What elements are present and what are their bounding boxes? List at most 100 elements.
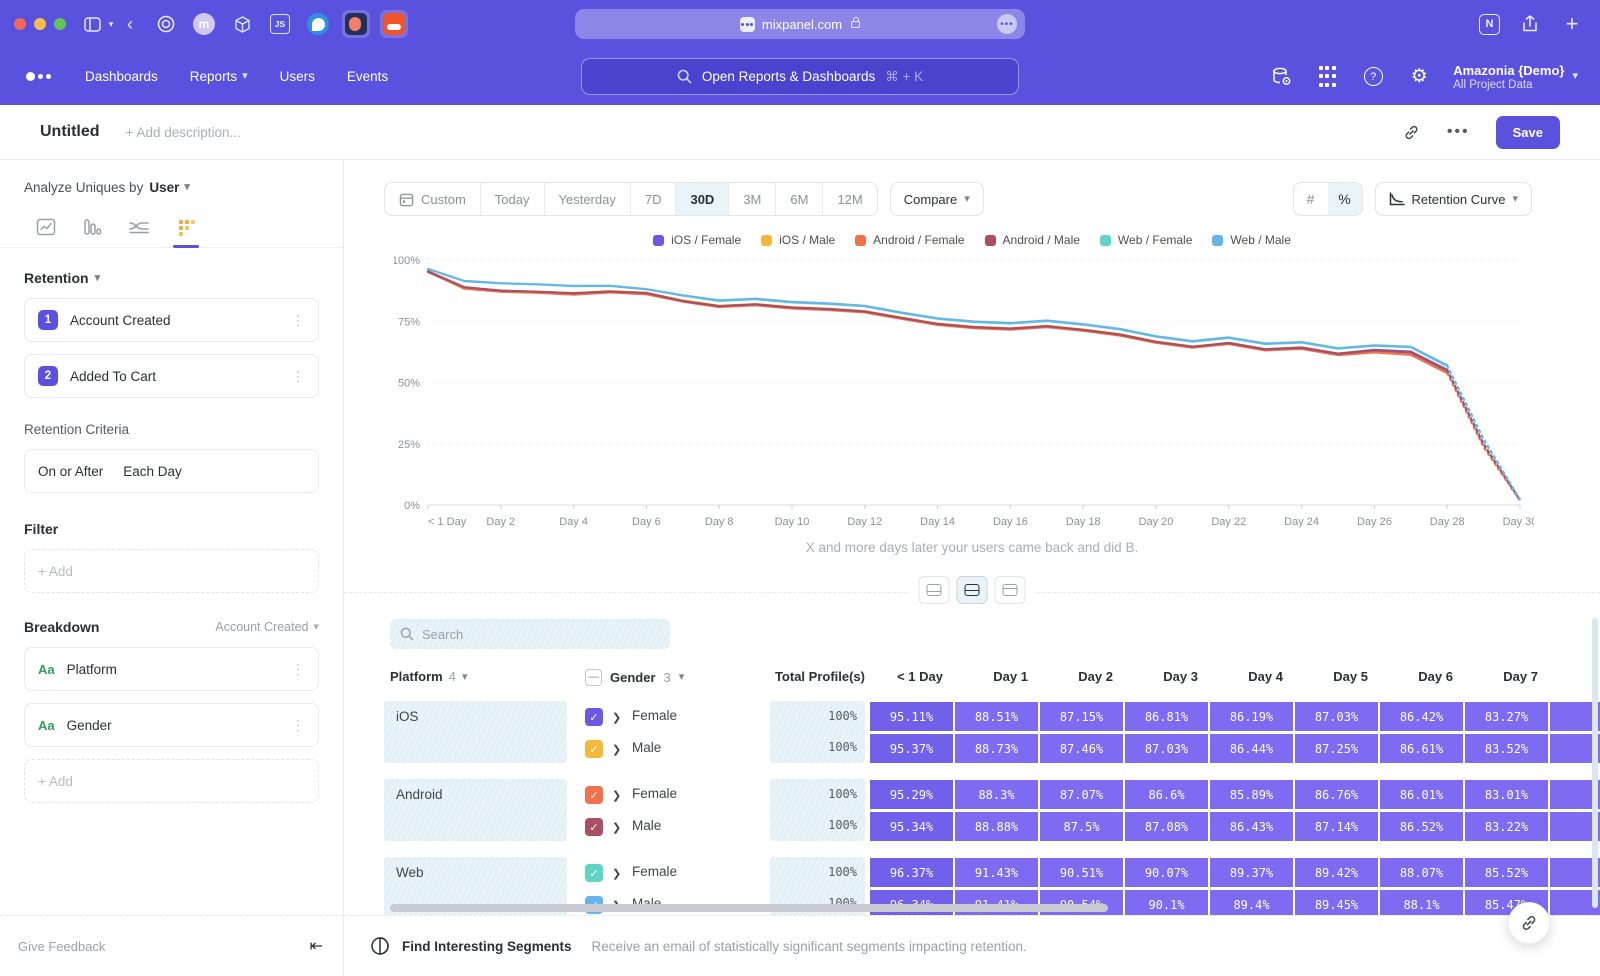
retention-value-cell[interactable]: 88.51% [955,702,1038,731]
mixpanel-logo[interactable] [26,72,51,81]
series-checkbox[interactable]: ✓ [585,818,603,836]
kebab-menu-icon[interactable]: ⋮ [291,368,305,385]
analyze-entity-dropdown[interactable]: User ▾ [149,180,190,195]
retention-value-cell[interactable]: 86.01% [1380,780,1463,809]
retention-value-cell[interactable]: 86.76% [1295,780,1378,809]
retention-value-cell[interactable]: 89.37% [1210,858,1293,887]
tab-bird-icon[interactable] [304,10,332,38]
retention-value-cell[interactable]: 95.37% [870,734,953,763]
tab-insights[interactable] [36,217,56,247]
retention-step-card[interactable]: 2Added To Cart⋮ [24,354,319,398]
retention-value-cell[interactable]: 87.08% [1125,812,1208,841]
tab-avatar-icon[interactable]: m [190,10,218,38]
kebab-menu-icon[interactable]: ⋮ [291,312,305,329]
series-checkbox[interactable]: ✓ [585,708,603,726]
tab-active-app-icon[interactable] [342,10,370,38]
chart-type-dropdown[interactable]: Retention Curve ▾ [1375,182,1532,216]
new-tab-icon[interactable]: + [1560,12,1584,36]
retention-value-cell[interactable]: 88.3% [955,780,1038,809]
retention-value-cell[interactable]: 88.07% [1380,858,1463,887]
range-custom[interactable]: Custom [385,183,480,215]
retention-value-cell[interactable]: 85.52% [1465,858,1548,887]
retention-value-cell[interactable]: 87.14% [1295,812,1378,841]
give-feedback-link[interactable]: Give Feedback [18,939,105,954]
compare-button[interactable]: Compare▾ [890,182,984,216]
layout-chart-only-button[interactable] [919,576,950,604]
retention-value-cell[interactable]: 86.19% [1210,702,1293,731]
expand-row-icon[interactable]: ❯ [612,711,624,724]
retention-value-cell[interactable]: 90.51% [1040,858,1123,887]
address-bar[interactable]: mixpanel.com ••• [575,9,1025,39]
retention-value-cell[interactable]: 87.07% [1040,780,1123,809]
url-more-icon[interactable]: ••• [997,14,1017,34]
settings-gear-icon[interactable]: ⚙ [1407,65,1431,89]
tab-retention[interactable] [176,217,196,247]
range-12m[interactable]: 12M [822,183,876,215]
retention-value-cell[interactable]: 90.07% [1125,858,1208,887]
retention-criteria-card[interactable]: On or After Each Day [24,449,319,493]
copy-link-icon[interactable] [1402,123,1421,142]
more-options-icon[interactable]: ••• [1447,123,1470,141]
report-title[interactable]: Untitled [40,123,100,141]
range-6m[interactable]: 6M [775,183,822,215]
retention-value-cell[interactable]: 85.89% [1210,780,1293,809]
kebab-menu-icon[interactable]: ⋮ [291,717,305,734]
tab-cube-icon[interactable] [228,10,256,38]
retention-step-card[interactable]: 1Account Created⋮ [24,298,319,342]
retention-value-cell[interactable]: 87.5% [1040,812,1123,841]
retention-value-cell[interactable]: 96.37% [870,858,953,887]
retention-value-cell[interactable]: 86.44% [1210,734,1293,763]
tab-target-icon[interactable] [152,10,180,38]
expand-row-icon[interactable]: ❯ [612,867,624,880]
retention-value-cell[interactable]: 89.45% [1295,890,1378,915]
expand-row-icon[interactable]: ❯ [612,789,624,802]
close-window-button[interactable] [14,18,26,30]
collapse-sidebar-icon[interactable]: ⇤ [310,936,323,956]
retention-value-cell[interactable]: 87.15% [1040,702,1123,731]
add-description-field[interactable]: + Add description... [126,125,241,140]
series-checkbox[interactable]: ✓ [585,786,603,804]
retention-value-cell[interactable]: 86.6% [1125,780,1208,809]
back-icon[interactable]: ‹ [118,12,142,36]
retention-value-cell[interactable]: 83.01% [1465,780,1548,809]
retention-value-cell[interactable]: 87.03% [1295,702,1378,731]
retention-value-cell[interactable]: 83.52% [1465,734,1548,763]
retention-value-cell[interactable]: 89.42% [1295,858,1378,887]
add-filter-button[interactable]: + Add [24,549,319,593]
breakdown-card[interactable]: AaGender⋮ [24,703,319,747]
retention-value-cell[interactable]: 86.42% [1380,702,1463,731]
retention-value-cell[interactable]: 88.73% [955,734,1038,763]
breakdown-scope-dropdown[interactable]: Account Created▾ [215,620,319,634]
legend-item[interactable]: iOS / Female [653,233,741,247]
chevron-down-icon[interactable]: ▾ [104,12,118,36]
retention-value-cell[interactable]: 86.52% [1380,812,1463,841]
tab-soundcloud-icon[interactable] [380,10,408,38]
tab-funnels[interactable] [82,217,102,247]
platform-column-header[interactable]: Platform 4 ▾ [390,659,468,695]
retention-section-header[interactable]: Retention▾ [24,270,319,286]
window-controls[interactable] [14,18,66,30]
find-segments-title[interactable]: Find Interesting Segments [402,939,572,954]
tab-flows[interactable] [128,217,150,247]
range-today[interactable]: Today [480,183,544,215]
percent-toggle[interactable]: % [1328,183,1362,215]
retention-value-cell[interactable]: 89.4% [1210,890,1293,915]
retention-value-cell[interactable]: 87.03% [1125,734,1208,763]
legend-item[interactable]: iOS / Male [761,233,835,247]
apps-grid-icon[interactable] [1315,65,1339,89]
kebab-menu-icon[interactable]: ⋮ [291,661,305,678]
maximize-window-button[interactable] [54,18,66,30]
save-button[interactable]: Save [1496,116,1560,149]
retention-value-cell[interactable]: 95.29% [870,780,953,809]
retention-value-cell[interactable]: 91.43% [955,858,1038,887]
nav-item-dashboards[interactable]: Dashboards [85,69,158,84]
series-checkbox[interactable]: ✓ [585,864,603,882]
retention-value-cell[interactable]: 88.88% [955,812,1038,841]
criteria-interval[interactable]: Each Day [123,464,182,479]
sidebar-toggle-icon[interactable] [80,12,104,36]
share-icon[interactable] [1518,12,1542,36]
tab-js-icon[interactable]: JS [266,10,294,38]
retention-value-cell[interactable]: 86.43% [1210,812,1293,841]
retention-value-cell[interactable]: 83.27% [1465,702,1548,731]
retention-value-cell[interactable]: 86.61% [1380,734,1463,763]
